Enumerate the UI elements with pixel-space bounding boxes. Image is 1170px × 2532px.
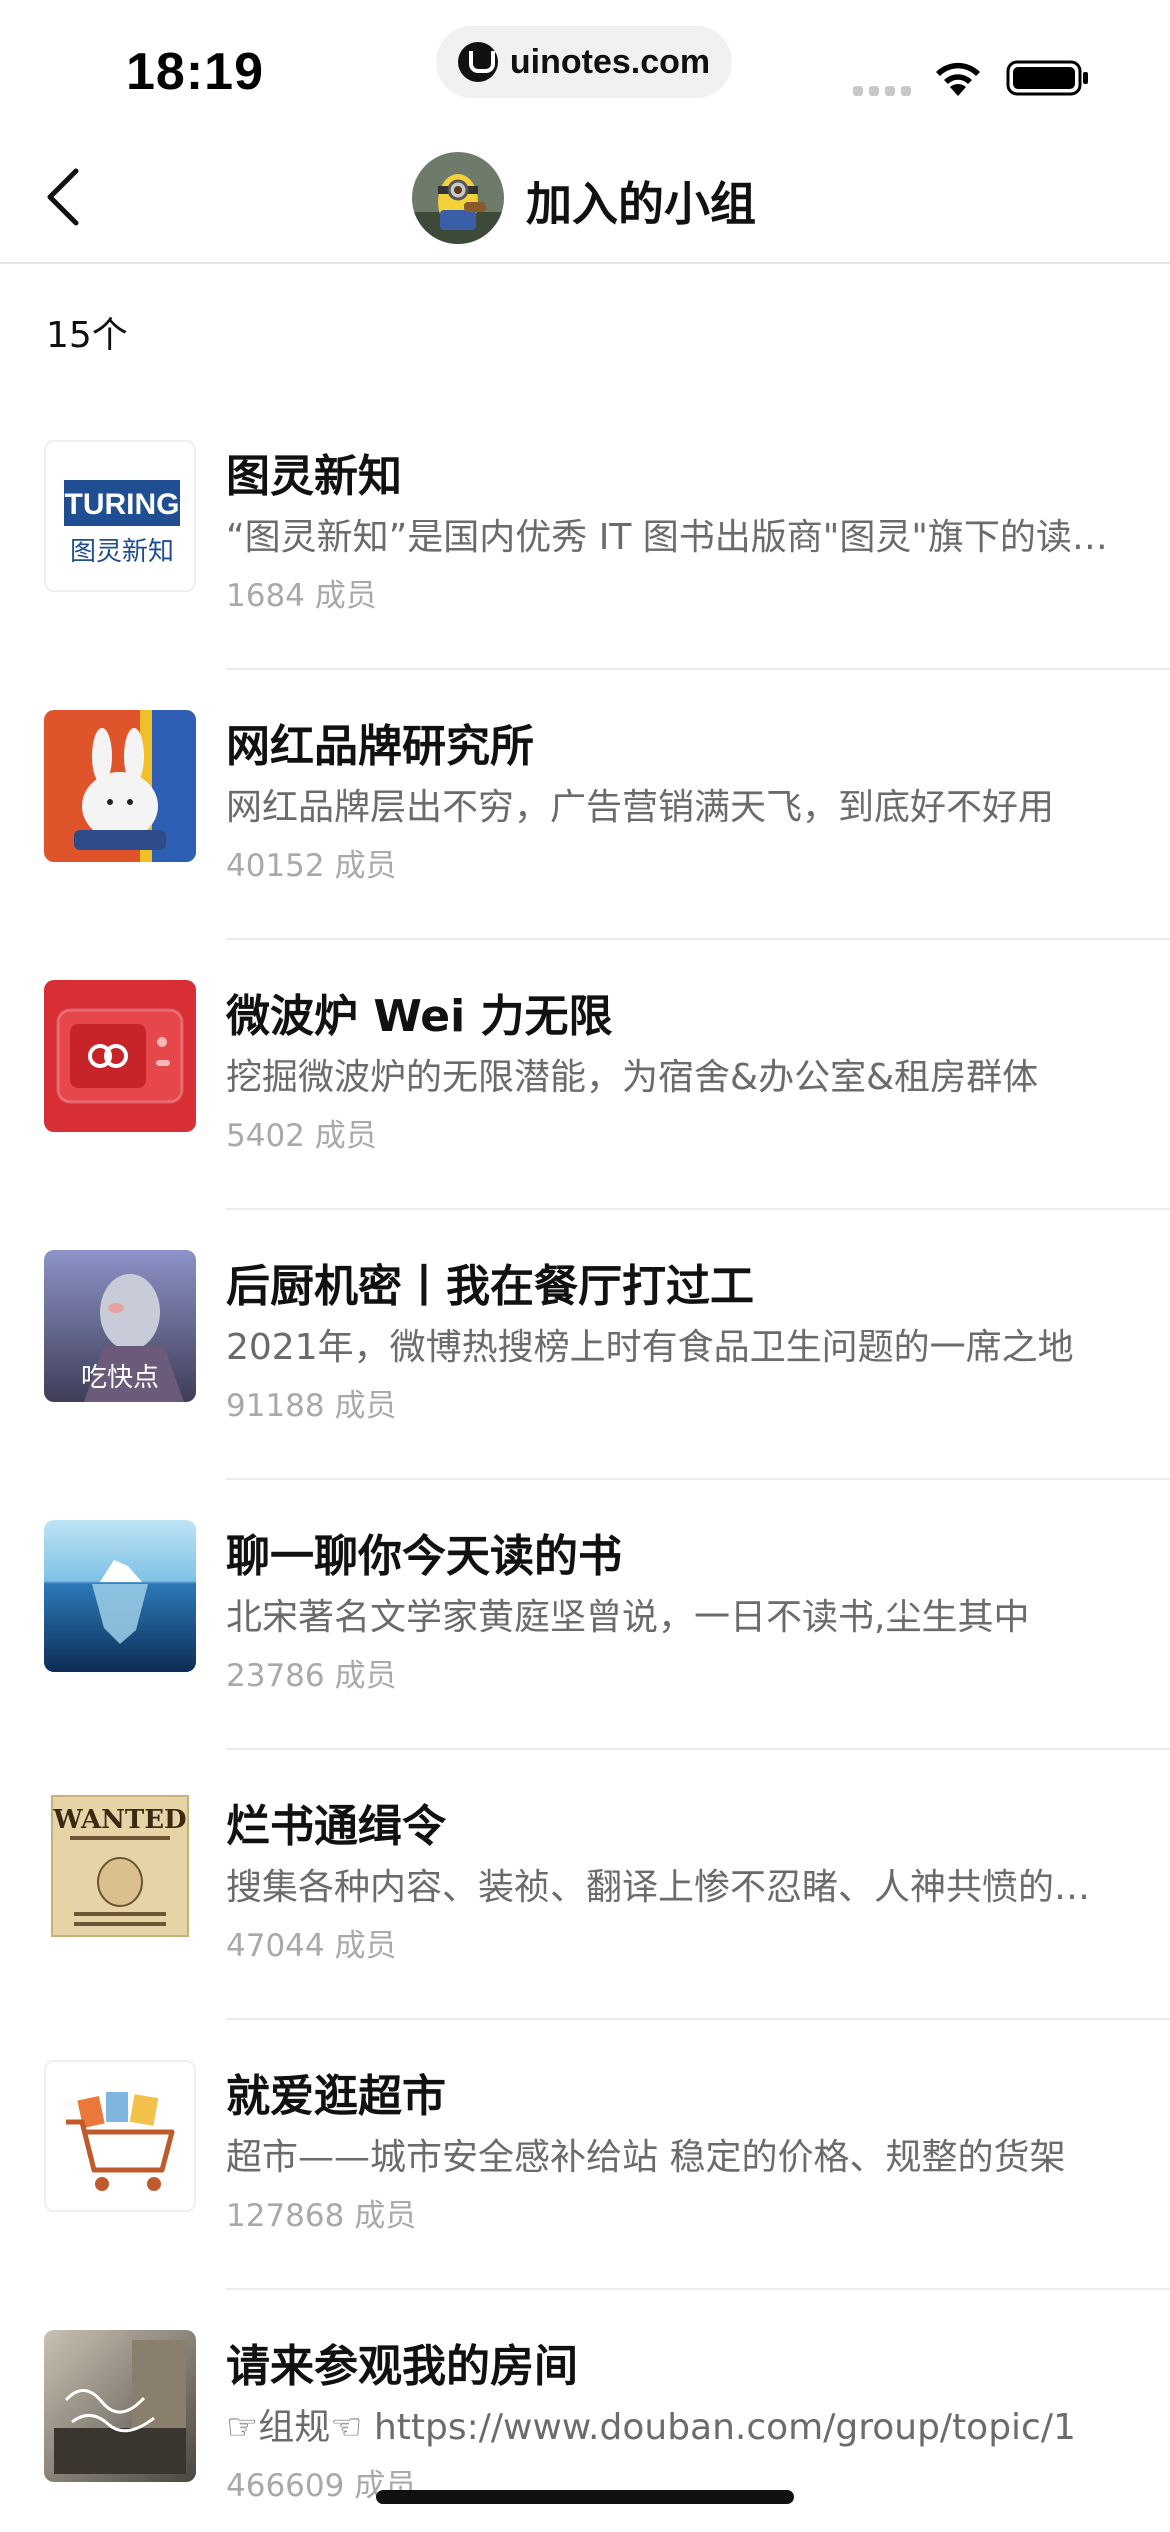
thumb-logo-subtext: 图灵新知 [70, 537, 174, 567]
home-indicator[interactable] [376, 2490, 794, 2504]
group-description: 超市——城市安全感补给站 稳定的价格、规整的货架 [226, 2137, 1066, 2178]
group-thumbnail: 吃快点 [44, 1250, 196, 1402]
group-description: 搜集各种内容、装祯、翻译上惨不忍睹、人神共愤的烂书 [226, 1867, 1118, 1908]
group-thumbnail [44, 1520, 196, 1672]
list-item[interactable]: WANTED 烂书通缉令 搜集各种内容、装祯、翻译上惨不忍睹、人神共愤的烂书 4… [0, 1750, 1170, 2020]
group-name: 微波炉 Wei 力无限 [226, 991, 613, 1042]
nav-bar: 加入的小组 [0, 130, 1170, 264]
group-name: 就爱逛超市 [226, 2071, 446, 2122]
group-description: 挖掘微波炉的无限潜能，为宿舍&办公室&租房群体 [226, 1057, 1039, 1098]
group-member-count: 127868 成员 [226, 2198, 417, 2234]
group-description: 网红品牌层出不穷，广告营销满天飞，到底好不好用 [226, 787, 1055, 828]
page-title: 加入的小组 [526, 177, 756, 231]
list-item[interactable]: 吃快点 后厨机密丨我在餐厅打过工 2021年，微博热搜榜上时有食品卫生问题的一席… [0, 1210, 1170, 1480]
group-member-count: 40152 成员 [226, 848, 397, 884]
url-pill[interactable]: uinotes.com [436, 26, 732, 98]
user-avatar[interactable] [412, 152, 504, 244]
group-thumbnail [44, 980, 196, 1132]
group-name: 图灵新知 [226, 451, 402, 502]
group-member-count: 23786 成员 [226, 1658, 397, 1694]
group-description: “图灵新知”是国内优秀 IT 图书出版商"图灵"旗下的读书小组 [226, 517, 1118, 558]
group-description: 2021年，微博热搜榜上时有食品卫生问题的一席之地 [226, 1327, 1074, 1368]
group-name: 聊一聊你今天读的书 [226, 1531, 622, 1582]
group-description: ☞组规☜ https://www.douban.com/group/topic/… [226, 2407, 1076, 2448]
group-thumbnail: TURING 图灵新知 [44, 440, 196, 592]
list-item[interactable]: 聊一聊你今天读的书 北宋著名文学家黄庭坚曾说，一日不读书,尘生其中 23786 … [0, 1480, 1170, 1750]
group-name: 烂书通缉令 [226, 1801, 446, 1852]
list-item[interactable]: 微波炉 Wei 力无限 挖掘微波炉的无限潜能，为宿舍&办公室&租房群体 5402… [0, 940, 1170, 1210]
status-bar: 18:19 uinotes.com [0, 0, 1170, 130]
group-member-count: 47044 成员 [226, 1928, 397, 1964]
battery-icon [1006, 60, 1088, 96]
group-member-count: 91188 成员 [226, 1388, 397, 1424]
group-thumbnail [44, 710, 196, 862]
site-icon [457, 42, 498, 82]
group-thumbnail: WANTED [44, 1790, 196, 1942]
thumb-label: 吃快点 [80, 1363, 159, 1393]
url-text: uinotes.com [509, 42, 711, 81]
back-chevron-icon[interactable] [40, 165, 90, 229]
group-description: 北宋著名文学家黄庭坚曾说，一日不读书,尘生其中 [226, 1597, 1030, 1638]
group-thumbnail [44, 2330, 196, 2482]
list-item[interactable]: 就爱逛超市 超市——城市安全感补给站 稳定的价格、规整的货架 127868 成员 [0, 2020, 1170, 2290]
group-count: 15个 [46, 315, 128, 356]
status-time: 18:19 [126, 43, 264, 101]
thumb-poster-text: WANTED [52, 1805, 186, 1835]
cellular-signal-icon [853, 86, 911, 96]
list-item[interactable]: TURING 图灵新知 图灵新知 “图灵新知”是国内优秀 IT 图书出版商"图灵… [0, 400, 1170, 670]
list-item[interactable]: 网红品牌研究所 网红品牌层出不穷，广告营销满天飞，到底好不好用 40152 成员 [0, 670, 1170, 940]
group-thumbnail [44, 2060, 196, 2212]
group-name: 请来参观我的房间 [226, 2341, 578, 2392]
wifi-icon [936, 62, 980, 96]
group-member-count: 5402 成员 [226, 1118, 377, 1154]
thumb-logo-text: TURING [65, 488, 180, 521]
group-name: 网红品牌研究所 [226, 721, 534, 772]
group-name: 后厨机密丨我在餐厅打过工 [226, 1261, 754, 1312]
group-member-count: 1684 成员 [226, 578, 377, 614]
